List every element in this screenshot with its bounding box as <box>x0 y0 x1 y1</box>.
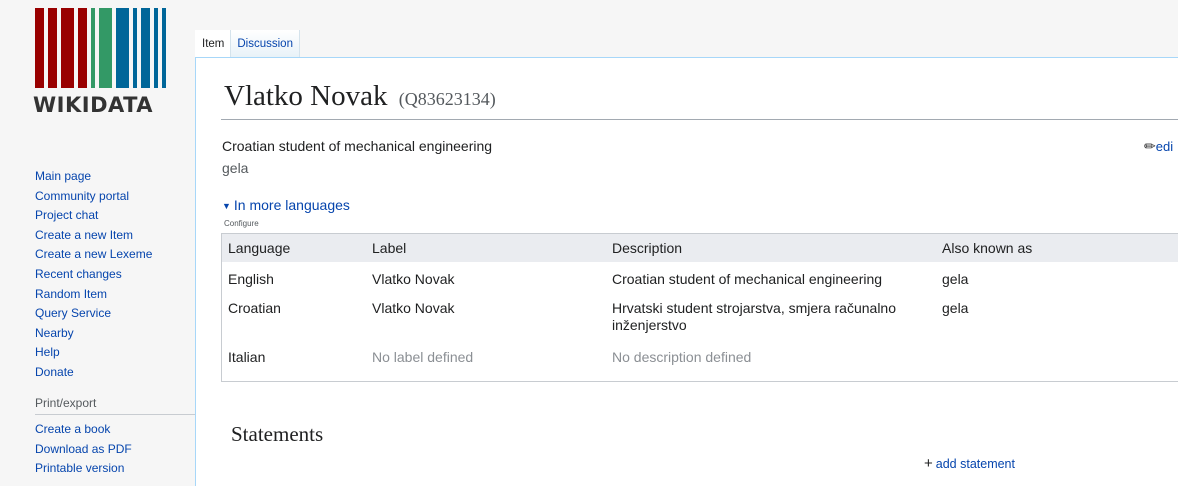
nav-help[interactable]: Help <box>35 343 152 363</box>
plus-icon: + <box>924 455 933 472</box>
add-statement-label: add statement <box>935 457 1015 471</box>
nav-printable-version[interactable]: Printable version <box>35 459 132 479</box>
sidebar: WIKIDATA Main page Community portal Proj… <box>0 0 195 485</box>
item-label: Vlatko Novak <box>224 80 388 112</box>
logo-wordmark: WIKIDATA <box>33 93 154 117</box>
nav-create-new-item[interactable]: Create a new Item <box>35 226 152 246</box>
nav-query-service[interactable]: Query Service <box>35 304 152 324</box>
statements-heading: Statements <box>231 422 324 446</box>
nav-create-book[interactable]: Create a book <box>35 420 132 440</box>
nav-nearby[interactable]: Nearby <box>35 324 152 344</box>
nav-recent-changes[interactable]: Recent changes <box>35 265 152 285</box>
main-content: Vlatko Novak (Q83623134) Croatian studen… <box>195 57 1178 486</box>
row-aliases[interactable]: gela <box>942 300 1178 317</box>
nav-main-page[interactable]: Main page <box>35 167 152 187</box>
row-aliases[interactable]: gela <box>942 271 1178 288</box>
triangle-down-icon: ▼ <box>222 201 231 211</box>
header-language: Language <box>228 240 291 256</box>
nav-random-item[interactable]: Random Item <box>35 285 152 305</box>
configure-link[interactable]: Configure <box>224 219 259 228</box>
row-description[interactable]: Croatian student of mechanical engineeri… <box>612 271 922 288</box>
header-also-known-as: Also known as <box>942 240 1033 256</box>
print-export-list: Create a book Download as PDF Printable … <box>35 420 132 479</box>
edit-label: edi <box>1155 139 1174 154</box>
nav-donate[interactable]: Donate <box>35 363 152 383</box>
nav-download-pdf[interactable]: Download as PDF <box>35 440 132 460</box>
in-more-languages-label: In more languages <box>233 197 350 213</box>
sidebar-navigation: Main page Community portal Project chat … <box>35 167 152 383</box>
item-id: (Q83623134) <box>398 89 496 109</box>
page-title: Vlatko Novak (Q83623134) <box>224 80 496 113</box>
item-alias: gela <box>222 160 249 176</box>
table-header: Language Label Description Also known as <box>222 234 1178 262</box>
pencil-icon: ✏ <box>1144 138 1156 154</box>
print-export-heading[interactable]: Print/export <box>35 396 195 415</box>
tab-discussion[interactable]: Discussion <box>231 30 300 57</box>
title-divider <box>221 119 1178 120</box>
barcode-logo-icon <box>35 8 166 88</box>
row-description[interactable]: No description defined <box>612 349 922 366</box>
wikidata-logo[interactable]: WIKIDATA <box>33 8 166 117</box>
page-tabs: Item Discussion <box>195 30 300 58</box>
header-description: Description <box>612 240 683 256</box>
add-statement-button[interactable]: + add statement <box>924 455 1015 472</box>
nav-community-portal[interactable]: Community portal <box>35 187 152 207</box>
header-label: Label <box>372 240 407 256</box>
edit-button[interactable]: ✏edi <box>1144 138 1173 155</box>
tab-item[interactable]: Item <box>195 30 232 57</box>
item-description: Croatian student of mechanical engineeri… <box>222 138 493 154</box>
nav-project-chat[interactable]: Project chat <box>35 206 152 226</box>
nav-create-new-lexeme[interactable]: Create a new Lexeme <box>35 245 152 265</box>
in-more-languages-toggle[interactable]: ▼ In more languages <box>222 197 350 213</box>
languages-table: Language Label Description Also known as… <box>221 233 1178 382</box>
row-description[interactable]: Hrvatski student strojarstva, smjera rač… <box>612 300 922 334</box>
